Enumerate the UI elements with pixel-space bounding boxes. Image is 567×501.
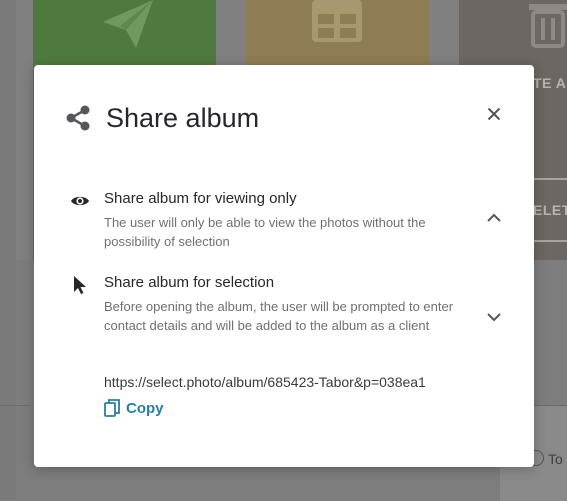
chevron-down-icon: [487, 313, 501, 322]
option-description: The user will only be able to view the p…: [104, 215, 426, 249]
trash-icon: [529, 4, 567, 48]
pointer-icon: [74, 276, 86, 294]
background-divider: [0, 405, 30, 406]
dialog-header: Share album: [34, 65, 534, 165]
send-plane-icon: [103, 0, 153, 48]
chevron-up-icon: [487, 213, 501, 222]
option-description: Before opening the album, the user will …: [104, 299, 454, 333]
copy-label: Copy: [126, 399, 164, 417]
eye-icon: [71, 196, 89, 206]
collapse-button[interactable]: [484, 208, 504, 228]
background-radio-label: To: [548, 451, 563, 467]
share-link: https://select.photo/album/685423-Tabor&…: [104, 374, 426, 390]
background-sidebar: [0, 0, 16, 500]
share-album-dialog: Share album Share album for viewing only…: [34, 65, 534, 467]
dialog-title: Share album: [106, 103, 260, 133]
background-tile-text: TE AL: [533, 75, 567, 91]
option-title: Share album for selection: [104, 274, 275, 291]
expand-button[interactable]: [484, 307, 504, 327]
option-view-only[interactable]: Share album for viewing only The user wi…: [34, 187, 534, 257]
grid-icon: [312, 0, 362, 42]
close-button[interactable]: [482, 102, 506, 126]
copy-link-button[interactable]: Copy: [104, 397, 164, 419]
share-icon: [66, 105, 90, 131]
option-title: Share album for viewing only: [104, 190, 297, 207]
background-tile-text: ELET: [533, 202, 567, 218]
close-icon: [487, 107, 501, 121]
copy-icon: [104, 399, 120, 417]
option-selection[interactable]: Share album for selection Before opening…: [34, 271, 534, 361]
